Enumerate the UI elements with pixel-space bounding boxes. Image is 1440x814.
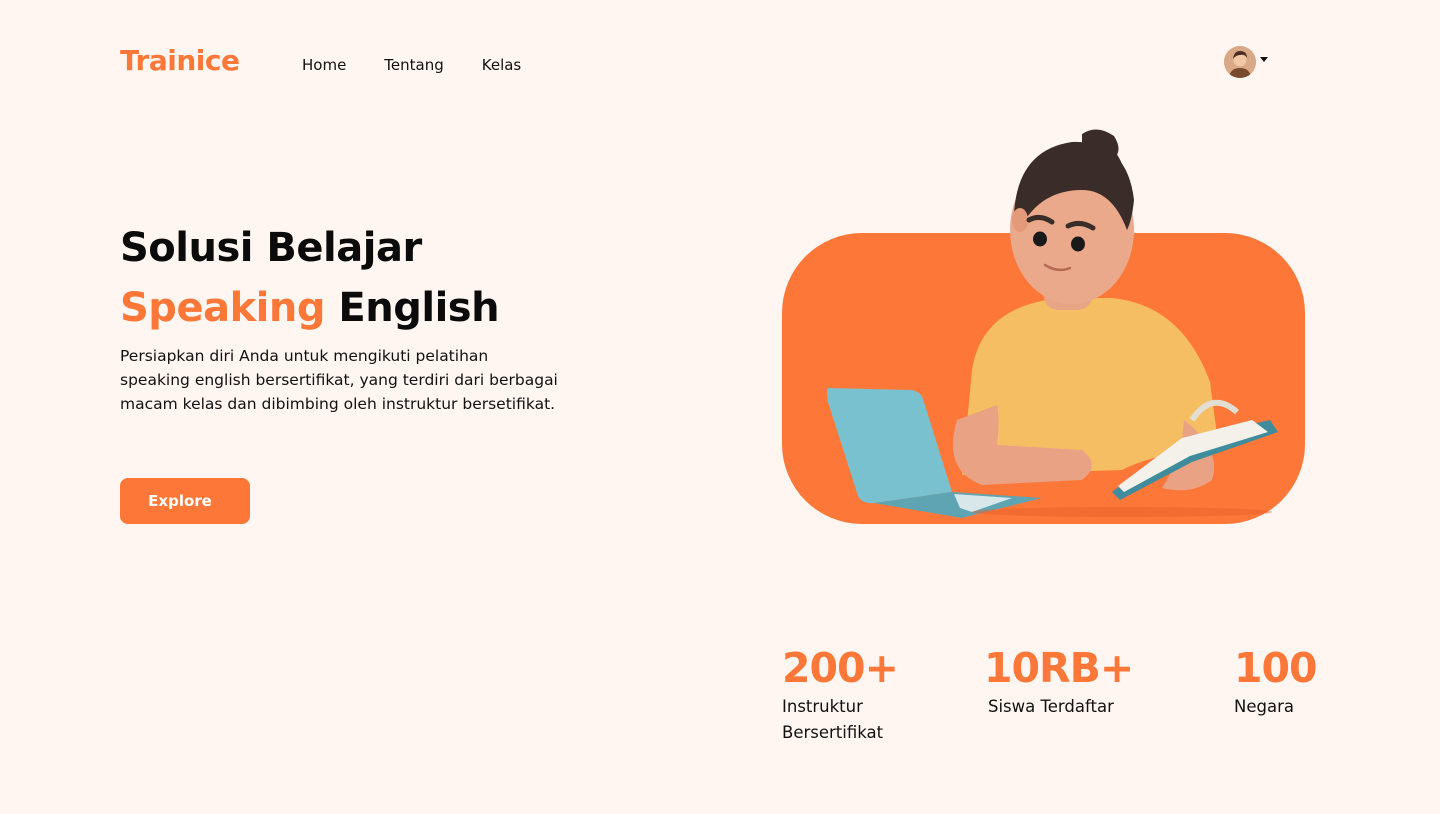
nav-tentang[interactable]: Tentang — [384, 56, 443, 74]
main-nav: Home Tentang Kelas — [302, 56, 521, 74]
stat-value: 10RB+ — [984, 644, 1134, 692]
user-avatar[interactable] — [1224, 46, 1256, 78]
landing-page: Trainice Home Tentang Kelas Solusi Belaj… — [0, 0, 1440, 814]
hero-title-accent: Speaking — [120, 285, 325, 331]
stat-label: Siswa Terdaftar — [988, 697, 1114, 716]
hero-illustration — [782, 129, 1305, 524]
profile-menu[interactable] — [1224, 46, 1268, 78]
hero-description: Persiapkan diri Anda untuk mengikuti pel… — [120, 347, 558, 413]
hero-title-line1: Solusi Belajar — [120, 225, 422, 271]
stat-label-line2: Bersertifikat — [782, 723, 884, 742]
nav-kelas[interactable]: Kelas — [482, 56, 522, 74]
caret-down-icon[interactable] — [1260, 56, 1268, 62]
explore-button[interactable]: Explore — [120, 478, 250, 524]
stat-value: 100 — [1234, 644, 1318, 692]
brand-logo[interactable]: Trainice — [120, 44, 240, 77]
stat-countries: 100 Negara — [1234, 644, 1318, 720]
stat-label: Instruktur Bersertifikat — [782, 694, 898, 746]
stat-instructors: 200+ Instruktur Bersertifikat — [782, 644, 899, 746]
nav-home[interactable]: Home — [302, 56, 346, 74]
stat-label: Negara — [1234, 697, 1294, 716]
hero-title: Solusi Belajar Speaking English — [120, 218, 500, 338]
hero-title-rest: English — [338, 285, 500, 331]
stat-value: 200+ — [782, 644, 899, 692]
stat-students: 10RB+ Siswa Terdaftar — [984, 644, 1134, 720]
stat-label-line1: Instruktur — [782, 697, 863, 716]
